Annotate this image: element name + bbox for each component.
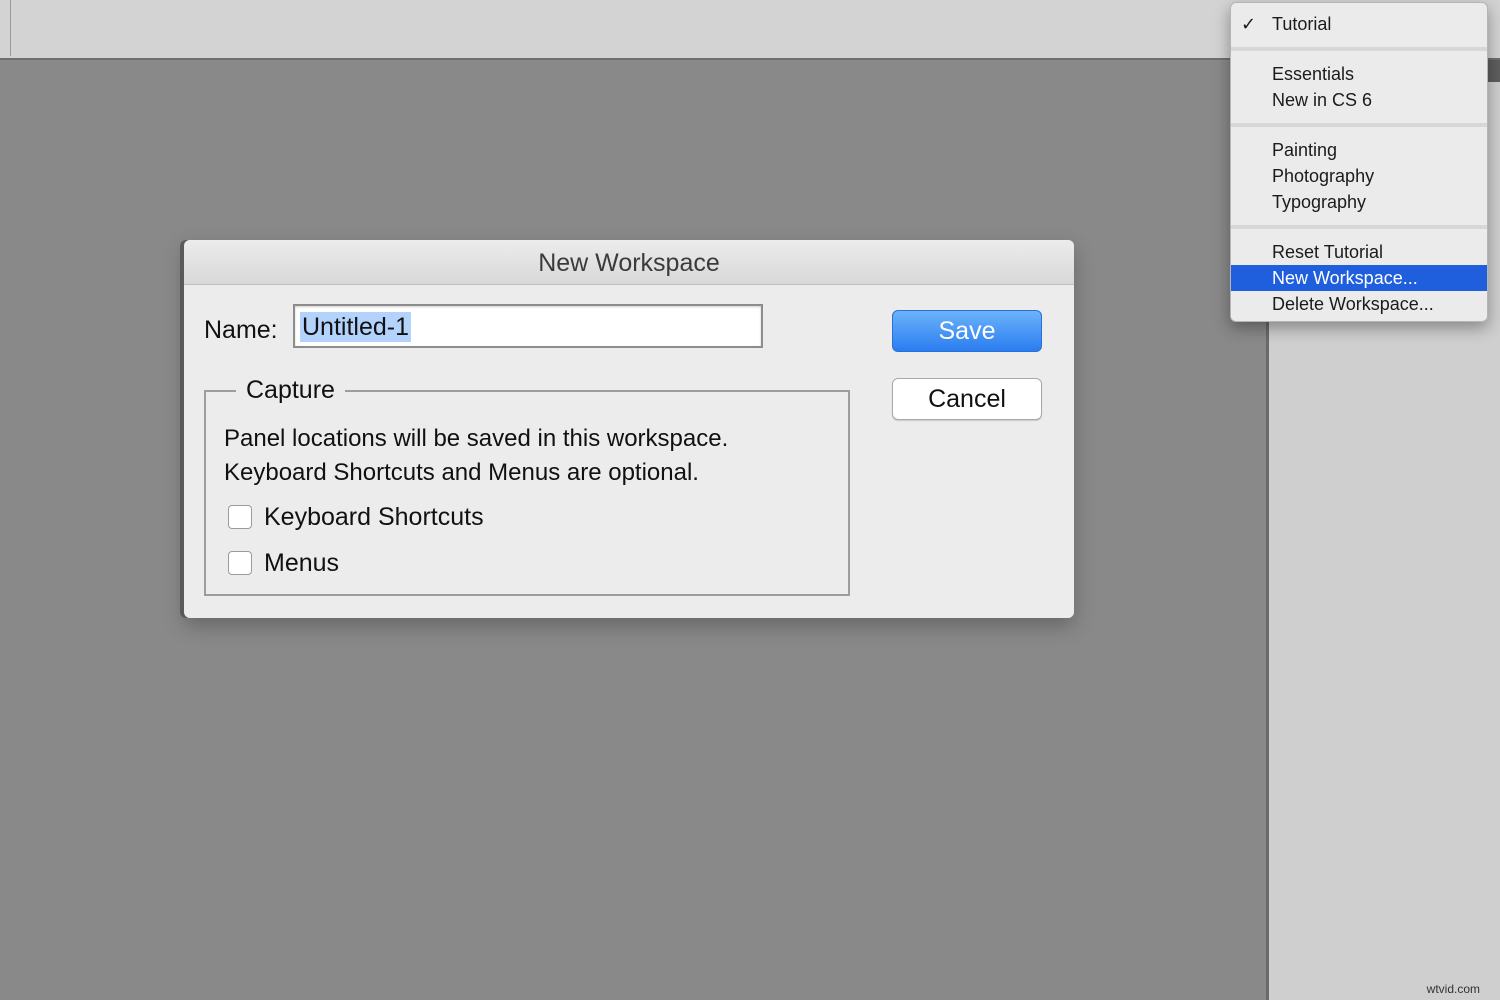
checkmark-icon: ✓ (1241, 14, 1257, 34)
menu-separator (1231, 123, 1487, 127)
watermark: wtvid.com (1426, 982, 1480, 996)
menu-separator (1231, 225, 1487, 229)
menu-item-label: Tutorial (1272, 14, 1332, 34)
new-workspace-dialog: New Workspace Name: Untitled-1 Save Canc… (184, 240, 1074, 618)
menu-item-label: Essentials (1272, 64, 1355, 84)
capture-desc-line1: Panel locations will be saved in this wo… (224, 425, 729, 452)
name-label: Name: (204, 316, 278, 344)
menu-item-label: Typography (1272, 192, 1367, 212)
dialog-title: New Workspace (184, 240, 1074, 285)
menu-item-label: Delete Workspace... (1272, 294, 1434, 314)
menu-item-label: Reset Tutorial (1272, 242, 1384, 262)
toolbar-divider (10, 0, 11, 56)
keyboard-shortcuts-row[interactable]: Keyboard Shortcuts (228, 502, 484, 532)
menu-item-label: Photography (1272, 166, 1375, 186)
keyboard-shortcuts-checkbox[interactable] (228, 505, 252, 529)
save-button[interactable]: Save (892, 310, 1042, 352)
workspace-menu: ✓ Tutorial Essentials New in CS 6 Painti… (1230, 2, 1488, 322)
menu-item-reset-tutorial[interactable]: Reset Tutorial (1231, 239, 1487, 265)
menu-item-label: Painting (1272, 140, 1338, 160)
menu-item-new-in-cs6[interactable]: New in CS 6 (1231, 87, 1487, 113)
capture-description: Panel locations will be saved in this wo… (224, 422, 728, 490)
menu-item-essentials[interactable]: Essentials (1231, 61, 1487, 87)
keyboard-shortcuts-label: Keyboard Shortcuts (264, 502, 484, 531)
capture-group: Capture Panel locations will be saved in… (204, 376, 850, 596)
menus-row[interactable]: Menus (228, 548, 339, 578)
menu-item-typography[interactable]: Typography (1231, 189, 1487, 215)
menu-item-label: New in CS 6 (1272, 90, 1373, 110)
menu-item-delete-workspace[interactable]: Delete Workspace... (1231, 291, 1487, 317)
menu-item-label: New Workspace... (1272, 268, 1418, 288)
cancel-button[interactable]: Cancel (892, 378, 1042, 420)
menu-separator (1231, 47, 1487, 51)
capture-desc-line2: Keyboard Shortcuts and Menus are optiona… (224, 459, 699, 486)
menus-checkbox[interactable] (228, 551, 252, 575)
capture-legend: Capture (236, 376, 345, 405)
menus-label: Menus (264, 548, 340, 577)
name-input[interactable]: Untitled-1 (293, 304, 763, 348)
name-input-value: Untitled-1 (300, 312, 411, 342)
menu-item-tutorial[interactable]: ✓ Tutorial (1231, 11, 1487, 37)
menu-item-painting[interactable]: Painting (1231, 137, 1487, 163)
menu-item-photography[interactable]: Photography (1231, 163, 1487, 189)
menu-item-new-workspace[interactable]: New Workspace... (1231, 265, 1487, 291)
